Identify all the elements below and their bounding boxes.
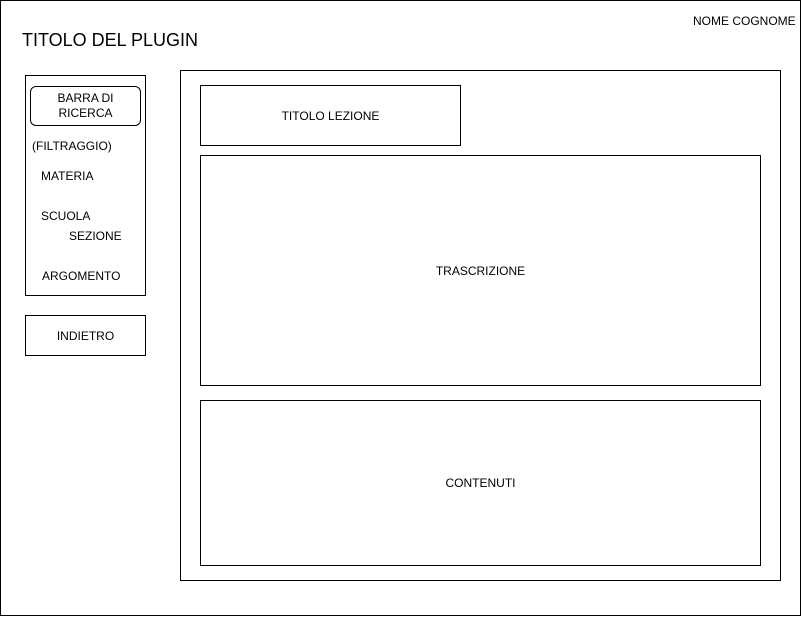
filter-subject[interactable]: MATERIA: [41, 169, 93, 183]
back-button-label: INDIETRO: [56, 328, 115, 343]
filter-heading: (FILTRAGGIO): [32, 139, 112, 153]
transcription-panel[interactable]: TRASCRIZIONE: [200, 155, 761, 386]
filter-topic[interactable]: ARGOMENTO: [42, 269, 120, 283]
contents-panel[interactable]: CONTENUTI: [200, 400, 761, 566]
filter-school[interactable]: SCUOLA: [41, 209, 90, 223]
lesson-title: TITOLO LEZIONE: [281, 108, 380, 123]
user-name[interactable]: NOME COGNOME: [693, 14, 796, 28]
filter-section[interactable]: SEZIONE: [69, 229, 122, 243]
contents-label: CONTENUTI: [445, 476, 516, 490]
plugin-title: TITOLO DEL PLUGIN: [22, 30, 199, 50]
search-bar[interactable]: BARRA DI RICERCA: [30, 86, 141, 126]
back-button[interactable]: INDIETRO: [25, 315, 146, 356]
search-bar-label: BARRA DI RICERCA: [57, 91, 114, 120]
lesson-title-box: TITOLO LEZIONE: [200, 85, 461, 146]
transcription-label: TRASCRIZIONE: [435, 263, 526, 278]
